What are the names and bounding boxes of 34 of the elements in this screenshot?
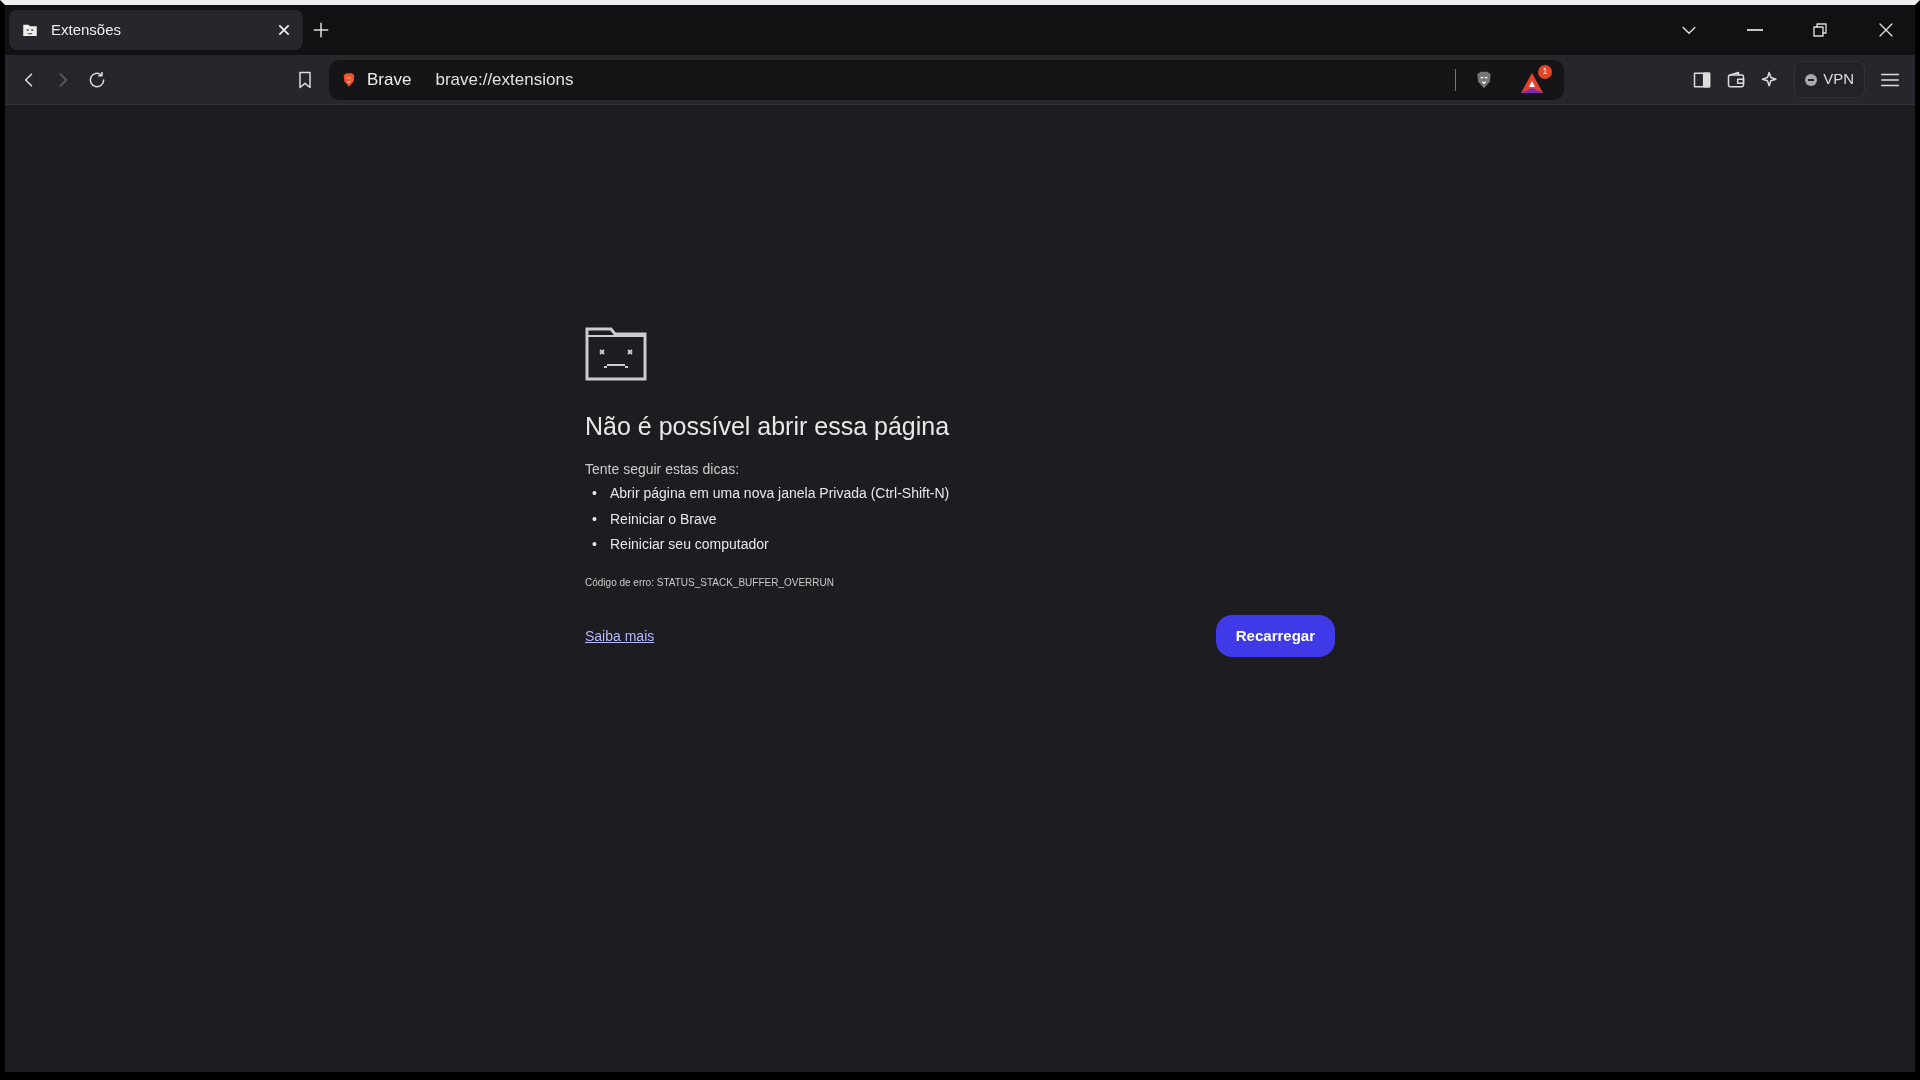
wallet-button[interactable] [1726, 69, 1747, 90]
site-label: Brave [367, 68, 412, 91]
lion-shield-icon [341, 70, 357, 89]
browser-tab[interactable]: Extensões [9, 10, 303, 50]
address-bar[interactable]: Brave brave://extensions 1 [329, 59, 1564, 100]
error-title: Não é possível abrir essa página [585, 411, 951, 441]
plus-button[interactable] [311, 20, 331, 40]
reload-button[interactable]: Recarregar [1215, 614, 1335, 658]
reload-icon [87, 69, 107, 90]
plus-icon [311, 20, 331, 40]
error-code: Código de erro: STATUS_STACK_BUFFER_OVERRUN [585, 575, 835, 590]
wallet-icon [1726, 69, 1747, 90]
tip-item: Reiniciar seu computador [610, 535, 769, 555]
notification-count: 1 [1538, 64, 1552, 79]
restore-icon [1811, 21, 1829, 39]
close-icon[interactable] [277, 23, 291, 37]
bullet: • [592, 535, 598, 555]
bullet: • [592, 509, 598, 529]
vpn-button[interactable]: VPN [1794, 61, 1865, 98]
triangle-icon [1520, 72, 1544, 95]
tip-item: Abrir página em uma nova janela Privada (Ctrl-Shift-N) [610, 484, 950, 503]
reload-button[interactable] [87, 69, 107, 90]
sad-folder-icon [585, 327, 647, 381]
status-dot-icon [1805, 73, 1818, 86]
tip-item: Reiniciar o Brave [610, 509, 717, 529]
url-text: brave://extensions [435, 68, 575, 91]
minimize-icon [1747, 29, 1763, 31]
close-icon [1877, 21, 1895, 39]
bullet: • [592, 484, 598, 503]
restore-button[interactable] [1811, 21, 1829, 39]
rewards-button[interactable]: 1 [1520, 64, 1552, 95]
tips-heading: Tente seguir estas dicas: [585, 460, 741, 479]
learn-more-link[interactable]: Saiba mais [585, 625, 655, 647]
close-button[interactable] [1877, 21, 1895, 39]
